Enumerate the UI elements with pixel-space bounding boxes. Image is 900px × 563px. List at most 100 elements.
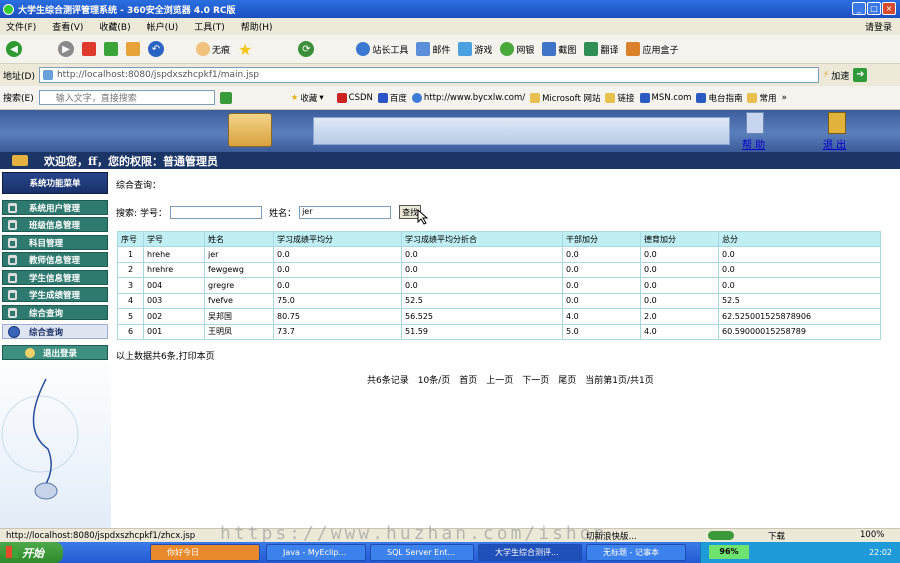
task-item[interactable]: 无标题 - 记事本 [586, 544, 686, 561]
key-icon [8, 255, 17, 265]
pagination-prev[interactable]: 上一页 [486, 373, 513, 386]
login-status[interactable]: 请登录 [865, 20, 892, 33]
help-link[interactable]: 帮 助 [742, 136, 765, 151]
sidebar-item-subject-mgmt[interactable]: 科目管理 [2, 235, 108, 250]
table-cell: 0.0 [718, 246, 881, 263]
maximize-button[interactable]: □ [867, 2, 881, 15]
status-url: http://localhost:8080/jspdxszhcpkf1/zhcx… [6, 530, 196, 541]
menu-account[interactable]: 帐户(U) [147, 20, 179, 33]
fav-msn[interactable]: MSN.com [639, 92, 691, 103]
fav-common[interactable]: 常用 [747, 92, 776, 104]
home-icon[interactable] [126, 42, 140, 56]
table-cell: 4.0 [562, 308, 641, 325]
banner-panel [313, 117, 730, 145]
sidebar-item-student-mgmt[interactable]: 学生信息管理 [2, 270, 108, 285]
sidebar-item-grade-mgmt[interactable]: 学生成绩管理 [2, 287, 108, 302]
close-button[interactable]: × [882, 2, 896, 15]
menu-favorites[interactable]: 收藏(B) [99, 20, 130, 33]
sidebar-subitem-query[interactable]: 综合查询 [2, 324, 108, 339]
games-button[interactable]: 游戏 [458, 42, 492, 56]
accelerate-button[interactable]: ⚡ 加速 [823, 69, 849, 82]
folder-icon [747, 92, 758, 103]
status-mode[interactable]: 切新浪快版... [586, 530, 637, 542]
star-icon[interactable]: ★ [238, 40, 252, 59]
fav-csdn[interactable]: CSDN [336, 92, 373, 103]
sidebar-item-logout[interactable]: 退出登录 [2, 345, 108, 360]
translate-button[interactable]: 翻译 [584, 42, 618, 56]
status-bar: http://localhost:8080/jspdxszhcpkf1/zhcx… [0, 523, 900, 544]
stop-icon[interactable] [82, 42, 96, 56]
menu-view[interactable]: 查看(V) [52, 20, 83, 33]
minimize-button[interactable]: _ [852, 2, 866, 15]
table-cell: 5 [117, 308, 144, 325]
pagination-last[interactable]: 尾页 [558, 373, 576, 386]
screenshot-icon [542, 42, 557, 56]
table-cell: 0.0 [640, 261, 719, 278]
screenshot-button[interactable]: 截图 [542, 42, 576, 56]
address-url: http://localhost:8080/jspdxszhcpkf1/main… [56, 70, 260, 80]
star-icon: ★ [290, 92, 299, 103]
search-go-icon[interactable] [219, 91, 232, 104]
fav-bycxlw[interactable]: http://www.bycxlw.com/ [411, 92, 525, 103]
start-button[interactable]: 开始 [0, 542, 63, 563]
fav-microsoft[interactable]: Microsoft 网站 [530, 92, 600, 104]
address-input[interactable]: http://localhost:8080/jspdxszhcpkf1/main… [38, 67, 819, 83]
name-input[interactable]: jer [299, 205, 392, 219]
student-id-input[interactable] [170, 205, 263, 219]
mail-button[interactable]: 邮件 [416, 42, 450, 56]
menu-help[interactable]: 帮助(H) [241, 20, 273, 33]
task-item[interactable]: Java - MyEclip... [266, 544, 366, 561]
fav-radio[interactable]: 电台指南 [696, 92, 742, 104]
table-cell: 75.0 [273, 292, 402, 309]
name-label: 姓名： [269, 208, 297, 219]
undo-icon[interactable]: ↶ [148, 41, 164, 57]
search-input[interactable]: 输入文字，直接搜索 [38, 90, 215, 105]
task-item[interactable]: 大学生综合测评... [478, 544, 582, 561]
logout-icon[interactable] [828, 112, 846, 134]
refresh-icon[interactable] [104, 42, 118, 56]
task-item[interactable]: SQL Server Ent... [370, 544, 474, 561]
table-cell: 3 [117, 277, 144, 294]
key-icon [8, 203, 17, 213]
site-tools-button[interactable]: 站长工具 [356, 42, 408, 56]
app-box-button[interactable]: 应用盒子 [626, 42, 678, 56]
no-trace-button[interactable]: 无痕 [196, 42, 230, 56]
favorites-menu[interactable]: ★ 收藏 ▾ [291, 92, 324, 104]
task-item[interactable]: 你好今日 [150, 544, 260, 561]
fav-links[interactable]: 链接 [605, 92, 635, 104]
pagination-next[interactable]: 下一页 [522, 373, 549, 386]
clock: 22:02 [868, 548, 892, 557]
status-download[interactable]: 下载 [768, 530, 785, 542]
mail-icon [416, 42, 431, 56]
go-arrow-icon[interactable]: ➜ [853, 68, 868, 82]
menu-file[interactable]: 文件(F) [6, 20, 36, 33]
sidebar-item-teacher-mgmt[interactable]: 教师信息管理 [2, 252, 108, 267]
forward-icon[interactable]: ▶ [58, 41, 74, 57]
back-icon[interactable]: ◀ [6, 41, 22, 57]
logout-link[interactable]: 退 出 [823, 136, 846, 151]
fav-baidu[interactable]: 百度 [377, 92, 407, 104]
table-cell: 0.0 [640, 277, 719, 294]
browser-logo-icon [3, 3, 14, 15]
main-content: 综合查询： 搜索: 学号： 姓名： jer 查找 序号 学号 姓名 学习成绩平均… [111, 169, 900, 528]
toggle-icon[interactable] [708, 531, 734, 540]
sidebar-item-user-mgmt[interactable]: 系统用户管理 [2, 200, 108, 215]
sync-icon[interactable]: ⟳ [298, 41, 315, 57]
help-icon[interactable] [746, 112, 764, 134]
sidebar-item-query[interactable]: 综合查询 [2, 305, 108, 320]
games-icon [458, 42, 473, 56]
table-cell: 002 [143, 308, 205, 325]
browser-toolbar: ◀ ▶ ↶ 无痕 ★ ⟳ 站长工具 邮件 游戏 网银 截图 翻译 应用盒子 [0, 35, 900, 64]
table-cell: fewgewg [204, 261, 274, 278]
menu-tools[interactable]: 工具(T) [194, 20, 225, 33]
status-zoom[interactable]: 100% [860, 530, 884, 540]
netbank-button[interactable]: 网银 [500, 42, 534, 56]
app-logo-icon [228, 113, 272, 147]
sidebar-item-class-mgmt[interactable]: 班级信息管理 [2, 217, 108, 232]
pagination-first[interactable]: 首页 [459, 373, 477, 386]
progress-indicator[interactable]: 96% [709, 545, 749, 559]
column-header: 学习成绩平均分 [273, 231, 402, 247]
table-cell: 004 [143, 277, 205, 294]
column-header: 姓名 [204, 231, 274, 247]
more-chevron-icon[interactable]: » [781, 93, 787, 103]
